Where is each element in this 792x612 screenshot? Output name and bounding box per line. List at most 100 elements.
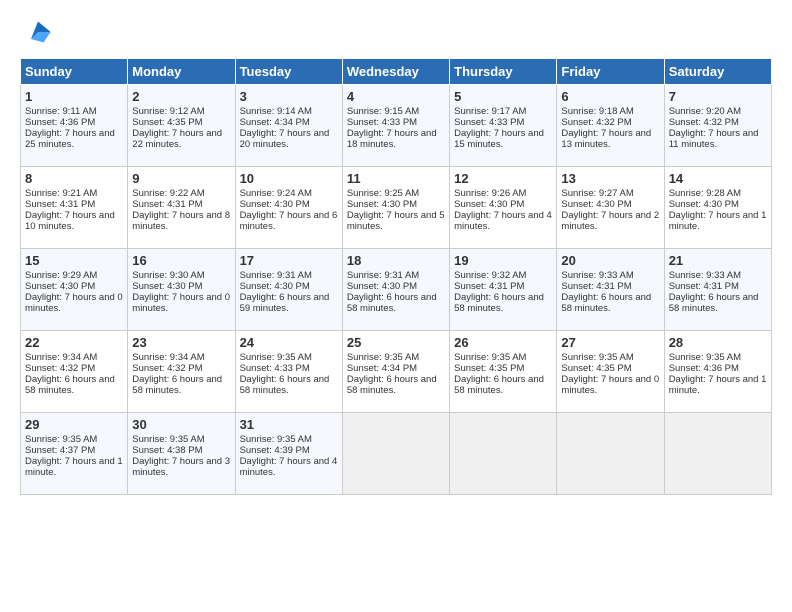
daylight-label: Daylight: 7 hours and 8 minutes. xyxy=(132,210,230,232)
day-number: 30 xyxy=(132,417,230,432)
sunset-label: Sunset: 4:31 PM xyxy=(454,281,524,292)
sunset-label: Sunset: 4:37 PM xyxy=(25,445,95,456)
col-monday: Monday xyxy=(128,59,235,85)
sunrise-label: Sunrise: 9:14 AM xyxy=(240,106,312,117)
day-number: 23 xyxy=(132,335,230,350)
day-number: 22 xyxy=(25,335,123,350)
calendar-week-4: 29 Sunrise: 9:35 AM Sunset: 4:37 PM Dayl… xyxy=(21,413,772,495)
sunset-label: Sunset: 4:36 PM xyxy=(25,117,95,128)
day-number: 15 xyxy=(25,253,123,268)
sunset-label: Sunset: 4:30 PM xyxy=(25,281,95,292)
day-number: 1 xyxy=(25,89,123,104)
sunset-label: Sunset: 4:39 PM xyxy=(240,445,310,456)
sunset-label: Sunset: 4:38 PM xyxy=(132,445,202,456)
sunset-label: Sunset: 4:35 PM xyxy=(132,117,202,128)
calendar-cell: 18 Sunrise: 9:31 AM Sunset: 4:30 PM Dayl… xyxy=(342,249,449,331)
calendar-cell: 30 Sunrise: 9:35 AM Sunset: 4:38 PM Dayl… xyxy=(128,413,235,495)
calendar-cell: 16 Sunrise: 9:30 AM Sunset: 4:30 PM Dayl… xyxy=(128,249,235,331)
sunrise-label: Sunrise: 9:25 AM xyxy=(347,188,419,199)
day-number: 3 xyxy=(240,89,338,104)
sunrise-label: Sunrise: 9:29 AM xyxy=(25,270,97,281)
daylight-label: Daylight: 6 hours and 58 minutes. xyxy=(347,374,437,396)
calendar-cell: 11 Sunrise: 9:25 AM Sunset: 4:30 PM Dayl… xyxy=(342,167,449,249)
calendar-cell: 24 Sunrise: 9:35 AM Sunset: 4:33 PM Dayl… xyxy=(235,331,342,413)
day-number: 25 xyxy=(347,335,445,350)
sunrise-label: Sunrise: 9:35 AM xyxy=(132,434,204,445)
calendar-cell: 14 Sunrise: 9:28 AM Sunset: 4:30 PM Dayl… xyxy=(664,167,771,249)
sunrise-label: Sunrise: 9:28 AM xyxy=(669,188,741,199)
day-number: 7 xyxy=(669,89,767,104)
calendar-cell: 19 Sunrise: 9:32 AM Sunset: 4:31 PM Dayl… xyxy=(450,249,557,331)
calendar-cell: 23 Sunrise: 9:34 AM Sunset: 4:32 PM Dayl… xyxy=(128,331,235,413)
sunrise-label: Sunrise: 9:35 AM xyxy=(25,434,97,445)
day-number: 16 xyxy=(132,253,230,268)
daylight-label: Daylight: 6 hours and 58 minutes. xyxy=(454,292,544,314)
day-number: 14 xyxy=(669,171,767,186)
sunset-label: Sunset: 4:30 PM xyxy=(347,281,417,292)
day-number: 11 xyxy=(347,171,445,186)
sunset-label: Sunset: 4:36 PM xyxy=(669,363,739,374)
daylight-label: Daylight: 6 hours and 58 minutes. xyxy=(561,292,651,314)
day-number: 19 xyxy=(454,253,552,268)
sunrise-label: Sunrise: 9:35 AM xyxy=(240,434,312,445)
daylight-label: Daylight: 7 hours and 1 minute. xyxy=(25,456,123,478)
calendar-cell: 10 Sunrise: 9:24 AM Sunset: 4:30 PM Dayl… xyxy=(235,167,342,249)
daylight-label: Daylight: 7 hours and 4 minutes. xyxy=(240,456,338,478)
day-number: 26 xyxy=(454,335,552,350)
sunset-label: Sunset: 4:31 PM xyxy=(132,199,202,210)
daylight-label: Daylight: 6 hours and 58 minutes. xyxy=(132,374,222,396)
calendar-cell xyxy=(342,413,449,495)
daylight-label: Daylight: 7 hours and 6 minutes. xyxy=(240,210,338,232)
calendar-cell: 28 Sunrise: 9:35 AM Sunset: 4:36 PM Dayl… xyxy=(664,331,771,413)
daylight-label: Daylight: 7 hours and 5 minutes. xyxy=(347,210,445,232)
calendar-cell: 22 Sunrise: 9:34 AM Sunset: 4:32 PM Dayl… xyxy=(21,331,128,413)
daylight-label: Daylight: 6 hours and 58 minutes. xyxy=(669,292,759,314)
daylight-label: Daylight: 7 hours and 20 minutes. xyxy=(240,128,330,150)
calendar-cell xyxy=(557,413,664,495)
day-number: 17 xyxy=(240,253,338,268)
daylight-label: Daylight: 6 hours and 58 minutes. xyxy=(25,374,115,396)
calendar-cell: 1 Sunrise: 9:11 AM Sunset: 4:36 PM Dayli… xyxy=(21,85,128,167)
calendar-cell: 20 Sunrise: 9:33 AM Sunset: 4:31 PM Dayl… xyxy=(557,249,664,331)
calendar-cell: 12 Sunrise: 9:26 AM Sunset: 4:30 PM Dayl… xyxy=(450,167,557,249)
sunrise-label: Sunrise: 9:35 AM xyxy=(454,352,526,363)
day-number: 18 xyxy=(347,253,445,268)
sunrise-label: Sunrise: 9:15 AM xyxy=(347,106,419,117)
sunset-label: Sunset: 4:33 PM xyxy=(454,117,524,128)
sunrise-label: Sunrise: 9:17 AM xyxy=(454,106,526,117)
sunset-label: Sunset: 4:32 PM xyxy=(132,363,202,374)
sunset-label: Sunset: 4:31 PM xyxy=(25,199,95,210)
calendar-cell: 29 Sunrise: 9:35 AM Sunset: 4:37 PM Dayl… xyxy=(21,413,128,495)
header xyxy=(20,18,772,46)
calendar: Sunday Monday Tuesday Wednesday Thursday… xyxy=(20,58,772,495)
daylight-label: Daylight: 7 hours and 13 minutes. xyxy=(561,128,651,150)
day-number: 29 xyxy=(25,417,123,432)
sunset-label: Sunset: 4:30 PM xyxy=(454,199,524,210)
calendar-header: Sunday Monday Tuesday Wednesday Thursday… xyxy=(21,59,772,85)
calendar-week-3: 22 Sunrise: 9:34 AM Sunset: 4:32 PM Dayl… xyxy=(21,331,772,413)
sunrise-label: Sunrise: 9:31 AM xyxy=(240,270,312,281)
sunset-label: Sunset: 4:34 PM xyxy=(240,117,310,128)
daylight-label: Daylight: 7 hours and 18 minutes. xyxy=(347,128,437,150)
sunrise-label: Sunrise: 9:18 AM xyxy=(561,106,633,117)
calendar-cell: 2 Sunrise: 9:12 AM Sunset: 4:35 PM Dayli… xyxy=(128,85,235,167)
daylight-label: Daylight: 7 hours and 0 minutes. xyxy=(25,292,123,314)
calendar-week-2: 15 Sunrise: 9:29 AM Sunset: 4:30 PM Dayl… xyxy=(21,249,772,331)
sunrise-label: Sunrise: 9:24 AM xyxy=(240,188,312,199)
daylight-label: Daylight: 7 hours and 22 minutes. xyxy=(132,128,222,150)
day-number: 10 xyxy=(240,171,338,186)
sunrise-label: Sunrise: 9:27 AM xyxy=(561,188,633,199)
calendar-cell: 6 Sunrise: 9:18 AM Sunset: 4:32 PM Dayli… xyxy=(557,85,664,167)
day-number: 27 xyxy=(561,335,659,350)
calendar-cell: 4 Sunrise: 9:15 AM Sunset: 4:33 PM Dayli… xyxy=(342,85,449,167)
daylight-label: Daylight: 7 hours and 3 minutes. xyxy=(132,456,230,478)
day-number: 4 xyxy=(347,89,445,104)
sunset-label: Sunset: 4:31 PM xyxy=(669,281,739,292)
sunrise-label: Sunrise: 9:26 AM xyxy=(454,188,526,199)
logo xyxy=(20,18,52,46)
day-number: 12 xyxy=(454,171,552,186)
daylight-label: Daylight: 7 hours and 1 minute. xyxy=(669,374,767,396)
col-thursday: Thursday xyxy=(450,59,557,85)
daylight-label: Daylight: 6 hours and 58 minutes. xyxy=(454,374,544,396)
col-tuesday: Tuesday xyxy=(235,59,342,85)
